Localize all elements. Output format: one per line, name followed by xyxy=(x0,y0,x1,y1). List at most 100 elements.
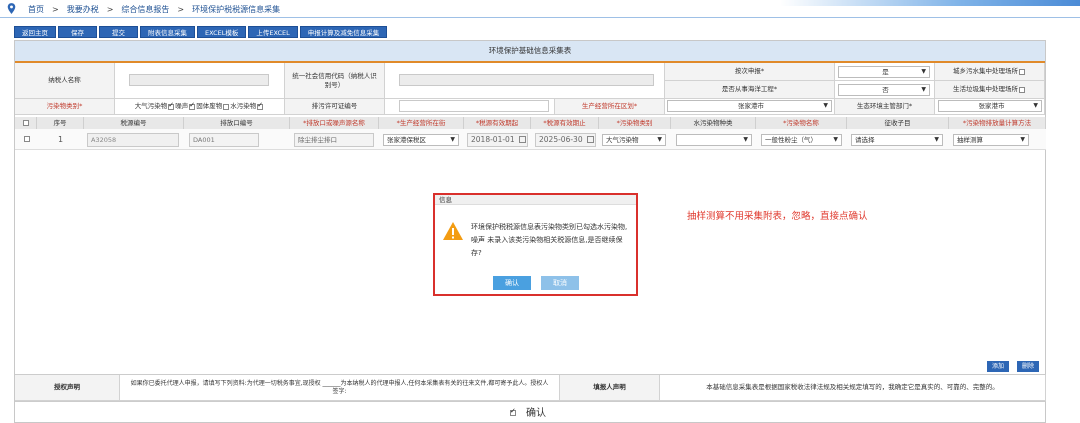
method-select[interactable]: 抽样测算 ▼ xyxy=(953,134,1029,146)
street-select[interactable]: 张家港保税区 ▼ xyxy=(383,134,459,146)
excel-template-button[interactable]: EXCEL模板 xyxy=(197,26,247,38)
th-outlet-no: 排放口编号 xyxy=(184,117,290,129)
declare-cell: 是 ▼ xyxy=(835,63,935,81)
pollutant-value: 一般性粉尘（气） xyxy=(765,136,817,144)
home-button[interactable]: 返回主页 xyxy=(14,26,56,38)
outlet-no-input[interactable]: DA001 xyxy=(189,133,259,147)
sea-cell: 否 ▼ xyxy=(835,81,935,99)
delete-row-button[interactable]: 删除 xyxy=(1017,361,1040,372)
th-pollutant-text: *污染物名称 xyxy=(783,119,819,127)
street-value: 张家港保税区 xyxy=(387,136,426,144)
permit-input[interactable] xyxy=(399,100,549,112)
dialog-cancel-button[interactable]: 取消 xyxy=(541,276,579,290)
end-date-value: 2025-06-30 xyxy=(539,135,583,144)
solid-waste-checkbox[interactable] xyxy=(223,103,230,110)
district-value: 张家港市 xyxy=(738,102,764,110)
dialog-confirm-button[interactable]: 确认 xyxy=(493,276,531,290)
th-end-text: *税源有效期止 xyxy=(543,119,586,127)
th-category-text: *污染物类别 xyxy=(616,119,653,127)
th-sub-item: 征收子目 xyxy=(847,117,949,129)
dialog-message: 环境保护税税源信息表污染物类别已勾选水污染物,噪声 未录入该类污染物相关税源信息… xyxy=(471,223,628,257)
row-checkbox[interactable] xyxy=(24,136,30,142)
submit-button[interactable]: 提交 xyxy=(99,26,138,38)
end-date-input[interactable]: 2025-06-30 xyxy=(535,133,596,147)
declare-label: 按次申报* xyxy=(665,63,835,81)
confirm-label: 确认 xyxy=(526,408,546,419)
calendar-icon[interactable] xyxy=(587,136,594,143)
dropdown-arrow-icon: ▼ xyxy=(743,136,748,143)
breadcrumb-separator: > xyxy=(177,5,185,14)
category-select[interactable]: 大气污染物 ▼ xyxy=(602,134,666,146)
dropdown-arrow-icon: ▼ xyxy=(934,136,939,143)
district-select[interactable]: 张家港市 ▼ xyxy=(667,100,832,112)
sub-item-select[interactable]: 请选择 ▼ xyxy=(851,134,943,146)
district-label: 生产经营所在区划* xyxy=(555,99,665,115)
th-index: 序号 xyxy=(37,117,84,129)
garbage-cell: 生活垃圾集中处理场所 xyxy=(935,81,1045,99)
confirm-dialog: 信息 环境保护税税源信息表污染物类别已勾选水污染物,噪声 未录入该类污染物相关税… xyxy=(433,193,638,296)
upload-excel-button[interactable]: 上传EXCEL xyxy=(248,26,298,38)
select-all-header xyxy=(15,117,37,129)
breadcrumb-current: 环境保护税税源信息采集 xyxy=(192,5,281,14)
add-row-button[interactable]: 添加 xyxy=(987,361,1010,372)
outlet-name-input[interactable]: 除尘排尘排口 xyxy=(294,133,374,147)
breadcrumb: 首页 > 我要办税 > 综合信息报告 > 环境保护税税源信息采集 xyxy=(28,4,288,15)
eco-dept-label: 生态环境主管部门* xyxy=(835,99,935,115)
save-button[interactable]: 保存 xyxy=(58,26,97,38)
district-cell: 张家港市 ▼ xyxy=(665,99,835,115)
credit-code-input[interactable] xyxy=(399,74,654,86)
dialog-title: 信息 xyxy=(435,195,636,205)
air-pollutant-checkbox[interactable] xyxy=(168,101,175,110)
water-pollutant-checkbox[interactable] xyxy=(257,101,264,110)
th-category: *污染物类别 xyxy=(599,117,671,129)
taxpayer-name-input[interactable] xyxy=(129,74,269,86)
source-no-input[interactable]: A32058 xyxy=(87,133,179,147)
declare-value: 是 xyxy=(882,68,889,76)
water-type-select[interactable]: ▼ xyxy=(676,134,752,146)
urban-sewage-cell: 城乡污水集中处理场所 xyxy=(935,63,1045,81)
select-all-checkbox[interactable] xyxy=(22,120,29,126)
district-label-text: 生产经营所在区划* xyxy=(581,102,638,111)
noise-checkbox[interactable] xyxy=(189,101,196,110)
category-value: 大气污染物 xyxy=(606,136,639,144)
urban-sewage-checkbox[interactable] xyxy=(1019,68,1025,75)
filer-text: 本基础信息采集表是根据国家税收法律法规及相关规定填写的，我确定它是真实的、可靠的… xyxy=(660,375,1046,401)
breadcrumb-report[interactable]: 综合信息报告 xyxy=(121,5,169,14)
dropdown-arrow-icon: ▼ xyxy=(657,136,662,143)
dropdown-arrow-icon: ▼ xyxy=(1020,136,1025,143)
sea-value: 否 xyxy=(882,86,889,94)
pollutant-select[interactable]: 一般性粉尘（气） ▼ xyxy=(761,134,842,146)
confirm-checkbox[interactable] xyxy=(510,407,516,416)
sea-select[interactable]: 否 ▼ xyxy=(838,84,930,96)
start-date-value: 2018-01-01 xyxy=(471,135,515,144)
attachment-button[interactable]: 附表信息采集 xyxy=(140,26,195,38)
th-source-no: 税源编号 xyxy=(84,117,184,129)
eco-dept-select[interactable]: 张家港市 ▼ xyxy=(938,100,1042,112)
calendar-icon[interactable] xyxy=(519,136,526,143)
row-index: 1 xyxy=(57,135,64,144)
breadcrumb-tax[interactable]: 我要办税 xyxy=(67,5,99,14)
credit-code-label: 统一社会信用代码（纳税人识别号） xyxy=(285,63,385,99)
pollutant-type-cell: 大气污染物 噪声 固体废物 水污染物 xyxy=(115,99,285,115)
declare-select[interactable]: 是 ▼ xyxy=(838,66,930,78)
garbage-checkbox[interactable] xyxy=(1019,86,1025,93)
breadcrumb-separator: > xyxy=(106,5,114,14)
pollutant-type-label: 污染物类别* xyxy=(15,99,115,115)
top-bar: 首页 > 我要办税 > 综合信息报告 > 环境保护税税源信息采集 xyxy=(0,0,1080,18)
th-outlet-name: *排放口或噪声源名称 xyxy=(290,117,379,129)
urban-sewage-label: 城乡污水集中处理场所 xyxy=(953,67,1018,76)
auth-label: 授权声明 xyxy=(15,375,120,401)
breadcrumb-home[interactable]: 首页 xyxy=(28,5,44,14)
pollutant-type-label-text: 污染物类别* xyxy=(46,102,83,111)
sea-label: 是否从事海洋工程* xyxy=(665,81,835,99)
dropdown-arrow-icon: ▼ xyxy=(833,136,838,143)
warning-icon xyxy=(443,222,463,240)
taxpayer-name-cell xyxy=(115,63,285,99)
sub-item-value: 请选择 xyxy=(855,136,875,144)
th-outlet-name-text: *排放口或噪声源名称 xyxy=(303,119,365,127)
header-decoration xyxy=(780,0,1080,6)
eco-dept-value: 张家港市 xyxy=(978,102,1005,110)
start-date-input[interactable]: 2018-01-01 xyxy=(467,133,528,147)
dropdown-arrow-icon: ▼ xyxy=(921,68,926,75)
calc-relief-button[interactable]: 申报计算及减免信息采集 xyxy=(299,26,388,38)
